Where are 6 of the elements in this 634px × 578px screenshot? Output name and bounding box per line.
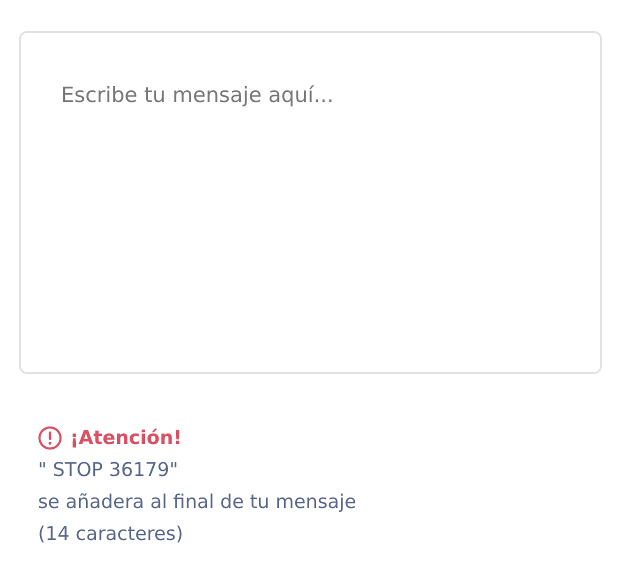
warning-text: " STOP 36179" bbox=[38, 458, 180, 483]
warning-text: (14 caracteres) bbox=[38, 522, 184, 547]
warning-text: se añadera al final de tu mensaje bbox=[38, 490, 358, 515]
warning-title: ¡Atención! bbox=[70, 427, 182, 449]
alert-icon bbox=[38, 426, 62, 450]
message-field[interactable]: Escribe tu mensaje aquí... bbox=[19, 31, 602, 374]
